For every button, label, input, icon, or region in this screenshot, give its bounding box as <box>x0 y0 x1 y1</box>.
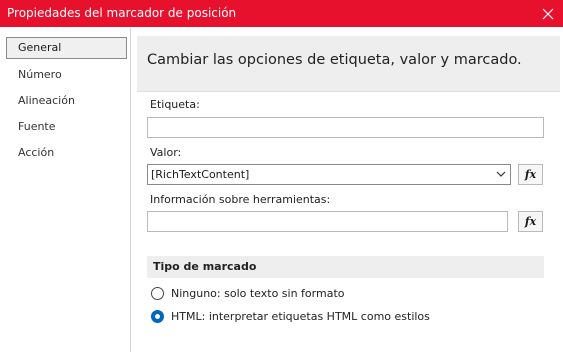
label-input[interactable] <box>147 117 544 138</box>
dialog-window: Propiedades del marcador de posición Gen… <box>0 0 563 352</box>
value-expression-button[interactable]: fx <box>518 164 543 185</box>
chevron-down-icon[interactable] <box>496 170 506 178</box>
fx-icon: fx <box>524 168 537 181</box>
title-bar: Propiedades del marcador de posición <box>0 0 563 27</box>
radio-checked-icon[interactable] <box>151 309 164 323</box>
close-icon <box>542 8 554 19</box>
radio-markup-none-label: Ninguno: solo texto sin formato <box>171 286 345 300</box>
sidebar-item-numero[interactable]: Número <box>6 64 127 86</box>
value-combobox[interactable]: [RichTextContent] <box>147 164 511 185</box>
tooltip-field-label: Información sobre herramientas: <box>150 193 331 206</box>
radio-unchecked-icon[interactable] <box>151 286 164 300</box>
tooltip-expression-button[interactable]: fx <box>518 211 543 232</box>
radio-markup-html[interactable]: HTML: interpretar etiquetas HTML como es… <box>151 307 430 325</box>
sidebar-item-accion[interactable]: Acción <box>6 142 127 164</box>
page-header: Cambiar las opciones de etiqueta, valor … <box>137 36 560 92</box>
window-title: Propiedades del marcador de posición <box>7 6 237 20</box>
main-panel: Cambiar las opciones de etiqueta, valor … <box>137 36 560 352</box>
value-combobox-text: [RichTextContent] <box>151 168 250 181</box>
sidebar-item-fuente[interactable]: Fuente <box>6 116 127 138</box>
value-field-label: Valor: <box>150 146 182 159</box>
fx-icon: fx <box>524 215 537 228</box>
page-heading: Cambiar las opciones de etiqueta, valor … <box>147 52 522 68</box>
close-button[interactable] <box>533 0 563 27</box>
sidebar-item-alineacion[interactable]: Alineación <box>6 90 127 112</box>
tooltip-input[interactable] <box>147 211 508 232</box>
sidebar-item-general[interactable]: General <box>6 37 127 59</box>
sidebar-nav: General Número Alineación Fuente Acción <box>0 28 131 352</box>
label-field-label: Etiqueta: <box>150 98 200 111</box>
radio-markup-none[interactable]: Ninguno: solo texto sin formato <box>151 284 344 302</box>
markup-section-header: Tipo de marcado <box>147 256 544 278</box>
radio-markup-html-label: HTML: interpretar etiquetas HTML como es… <box>171 309 430 323</box>
